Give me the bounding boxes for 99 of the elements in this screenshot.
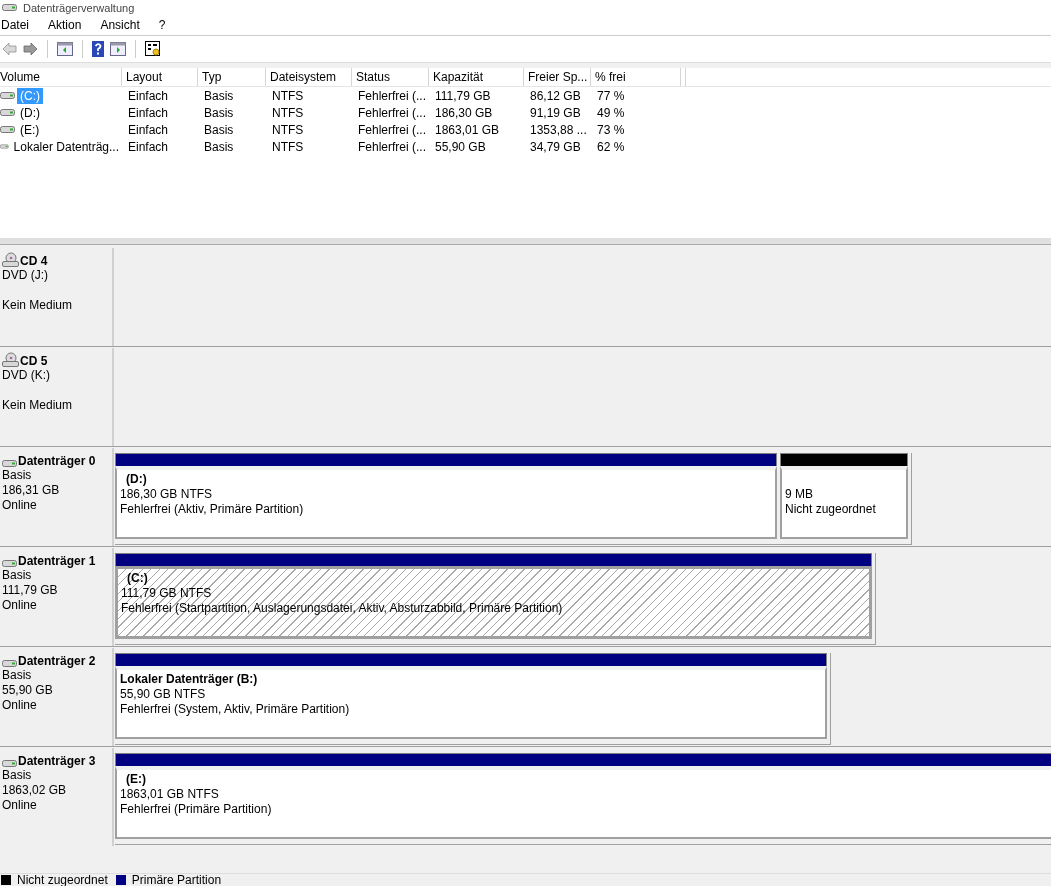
drive-icon	[2, 759, 17, 768]
forward-arrow-icon[interactable]	[23, 42, 38, 56]
drive-icon	[2, 3, 17, 12]
drive-label[interactable]: (E:)	[17, 121, 43, 138]
table-cell-text: 55,90 GB	[434, 139, 487, 154]
table-cell-text: 91,19 GB	[529, 105, 582, 120]
disk-name[interactable]: Datenträger 0	[18, 454, 96, 468]
disk-info: Kein Medium	[2, 398, 74, 413]
column-header[interactable]: Layout	[122, 68, 198, 86]
table-cell-text: Basis	[203, 105, 235, 120]
legend-label: Nicht zugeordnet	[17, 874, 108, 886]
column-header[interactable]: Status	[352, 68, 429, 86]
disk-name[interactable]: Datenträger 1	[18, 554, 96, 568]
partition-size: 9 MB	[785, 487, 813, 501]
partition-status: Fehlerfrei (Aktiv, Primäre Partition)	[120, 502, 304, 516]
partition-box[interactable]: (E:) 1863,01 GB NTFS Fehlerfrei (Primäre Partition)	[115, 766, 1051, 839]
table-cell-text: Basis	[203, 139, 235, 154]
drive-label[interactable]: (D:)	[17, 104, 43, 121]
disk-info: Online	[2, 598, 38, 613]
legend-label: Primäre Partition	[131, 874, 222, 886]
disk-name[interactable]: CD 5	[20, 354, 48, 368]
disk-info: Online	[2, 498, 38, 513]
disk-name[interactable]: CD 4	[20, 254, 48, 268]
action-pane-icon[interactable]	[110, 42, 126, 56]
menu-item[interactable]: ?	[158, 18, 176, 32]
window-title: Datenträgerverwaltung	[23, 1, 135, 14]
partition-label: (C:)	[126, 571, 148, 585]
table-cell-text: Einfach	[127, 88, 170, 103]
column-header[interactable]: Kapazität	[429, 68, 524, 86]
partition-box[interactable]: 9 MB Nicht zugeordnet	[780, 466, 908, 539]
menu-item[interactable]: Aktion	[48, 18, 92, 32]
partition-size: 186,30 GB NTFS	[120, 487, 213, 501]
table-cell-text: 73 %	[596, 122, 626, 137]
table-cell-text: 34,79 GB	[529, 139, 582, 154]
table-cell-text: 111,79 GB	[434, 88, 492, 103]
partition-size: 111,79 GB NTFS	[121, 586, 212, 600]
drive-label[interactable]: Lokaler Datenträg...	[10, 138, 122, 155]
drive-icon	[2, 559, 17, 568]
menu-item[interactable]: Ansicht	[100, 18, 150, 32]
disk-name[interactable]: Datenträger 3	[18, 754, 96, 768]
disk-info: Basis	[2, 568, 33, 583]
column-header[interactable]: Volume	[0, 68, 122, 86]
table-cell-text: 49 %	[596, 105, 626, 120]
disc-drive-icon	[2, 252, 19, 268]
table-cell-text: NTFS	[271, 105, 305, 120]
column-header[interactable]: Dateisystem	[266, 68, 352, 86]
table-cell-text: NTFS	[271, 88, 305, 103]
partition-label: (D:)	[125, 472, 147, 486]
partition-status: Nicht zugeordnet	[785, 502, 876, 516]
table-cell-text: 86,12 GB	[529, 88, 582, 103]
disk-info: Basis	[2, 768, 33, 783]
partition-status: Fehlerfrei (Primäre Partition)	[120, 802, 272, 816]
column-header[interactable]: Typ	[198, 68, 266, 86]
table-cell-text: Einfach	[127, 122, 170, 137]
disk-info: Online	[2, 798, 38, 813]
table-cell-text: NTFS	[271, 139, 305, 154]
table-cell-text: 77 %	[596, 88, 626, 103]
table-cell-text: 1353,88 ...	[529, 122, 588, 137]
disk-info: 111,79 GB	[2, 583, 59, 598]
disc-drive-icon	[2, 352, 19, 368]
disk-name[interactable]: Datenträger 2	[18, 654, 96, 668]
disk-info: 1863,02 GB	[2, 783, 68, 798]
table-cell-text: Fehlerfrei (...	[357, 139, 427, 154]
tree-pane-icon[interactable]	[57, 42, 73, 56]
menu-item[interactable]: Datei	[1, 18, 39, 32]
drive-icon	[2, 459, 17, 468]
table-cell-text: NTFS	[271, 122, 305, 137]
disk-info: Basis	[2, 468, 33, 483]
disk-info: Online	[2, 698, 38, 713]
drive-icon	[2, 659, 17, 668]
column-header[interactable]: % frei	[591, 68, 681, 86]
table-cell-text: Fehlerfrei (...	[357, 88, 427, 103]
disk-info: DVD (J:)	[2, 268, 49, 283]
partition-status: Fehlerfrei (Startpartition, Auslagerungsdatei, Aktiv, Absturzabbild, Primäre Partition)	[121, 601, 563, 615]
column-header[interactable]: Freier Sp...	[524, 68, 591, 86]
disk-info: Basis	[2, 668, 33, 683]
table-cell-text: Einfach	[127, 139, 170, 154]
table-cell-text: 186,30 GB	[434, 105, 494, 120]
disk-info: 186,31 GB	[2, 483, 61, 498]
partition-label: Lokaler Datenträger (B:)	[120, 672, 258, 686]
partition-label: (E:)	[125, 772, 146, 786]
table-cell-text: Fehlerfrei (...	[357, 122, 427, 137]
partition-box[interactable]: Lokaler Datenträger (B:) 55,90 GB NTFS Fehlerfrei (System, Aktiv, Primäre Partition)	[115, 666, 827, 739]
table-cell-text: 1863,01 GB	[434, 122, 501, 137]
partition-box[interactable]: (C:) 111,79 GB NTFS Fehlerfrei (Startpartition, Auslagerungsdatei, Aktiv, Absturzabbild, Primäre Partition)	[115, 566, 872, 639]
table-cell-text: Fehlerfrei (...	[357, 105, 427, 120]
table-cell-text: Einfach	[127, 105, 170, 120]
table-cell-text: 62 %	[596, 139, 626, 154]
partition-size: 55,90 GB NTFS	[120, 687, 206, 701]
help-icon[interactable]	[92, 41, 104, 57]
disk-info: 55,90 GB	[2, 683, 54, 698]
table-cell-text: Basis	[203, 122, 235, 137]
table-cell-text: Basis	[203, 88, 235, 103]
partition-box[interactable]: (D:) 186,30 GB NTFS Fehlerfrei (Aktiv, Primäre Partition)	[115, 466, 777, 539]
disk-info: DVD (K:)	[2, 368, 51, 383]
partition-size: 1863,01 GB NTFS	[120, 787, 219, 801]
disk-info: Kein Medium	[2, 298, 74, 313]
partition-status: Fehlerfrei (System, Aktiv, Primäre Partition)	[120, 702, 350, 716]
properties-icon[interactable]	[145, 41, 161, 57]
